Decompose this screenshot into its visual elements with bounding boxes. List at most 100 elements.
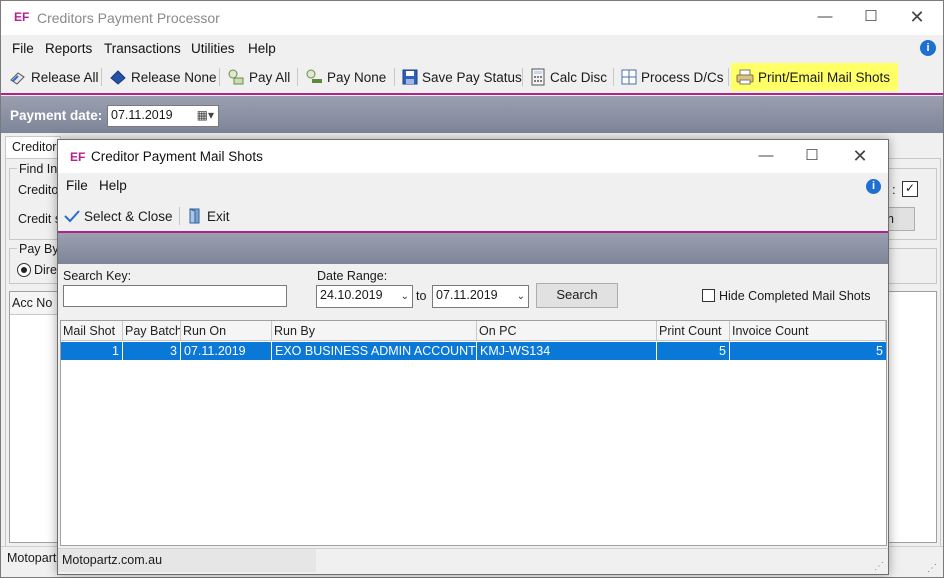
date-to-combo[interactable]: 07.11.2019 ⌄ (432, 285, 529, 308)
dialog-menu-bar: File Help i (58, 174, 888, 200)
payment-date-field[interactable]: 07.11.2019 ▦▾ (107, 105, 219, 127)
direct-radio[interactable] (17, 263, 31, 277)
payment-date-label: Payment date: (10, 108, 103, 123)
menu-utilities[interactable]: Utilities (191, 41, 235, 56)
search-key-label: Search Key: (63, 269, 132, 283)
date-from-combo[interactable]: 24.10.2019 ⌄ (316, 285, 413, 308)
select-close-label: Select & Close (84, 208, 173, 224)
print-email-mail-shots-button[interactable]: Print/Email Mail Shots (731, 63, 899, 91)
release-none-label: Release None (131, 69, 217, 85)
pay-none-icon (306, 69, 322, 83)
checkmark-icon (64, 210, 80, 223)
main-title-bar: EF Creditors Payment Processor — ☐ ✕ (1, 1, 943, 35)
column-header-mail-shot[interactable]: Mail Shot (61, 321, 123, 341)
creditor-label: Credito (18, 183, 59, 197)
minimize-icon[interactable]: — (801, 1, 849, 33)
to-label: to (416, 289, 427, 303)
cell-mail-shot[interactable]: 1 (61, 342, 123, 360)
print-email-label: Print/Email Mail Shots (758, 69, 891, 85)
hide-completed-label: Hide Completed Mail Shots (719, 289, 871, 303)
dialog-maximize-icon[interactable]: ☐ (788, 140, 836, 172)
column-header-pay-batch[interactable]: Pay Batch (123, 321, 181, 341)
toolbar-separator (101, 68, 102, 86)
calculator-icon (531, 68, 545, 86)
pay-none-button[interactable]: Pay None (305, 64, 386, 90)
select-close-button[interactable]: Select & Close (64, 203, 173, 229)
menu-reports[interactable]: Reports (45, 41, 92, 56)
pay-all-label: Pay All (249, 69, 291, 85)
save-pay-status-label: Save Pay Status (422, 69, 522, 85)
cell-invoice-count[interactable]: 5 (730, 342, 886, 360)
save-icon (402, 69, 418, 85)
dialog-menu-help[interactable]: Help (99, 178, 127, 193)
resize-grip-icon[interactable]: ⋰ (927, 563, 937, 574)
dialog-close-icon[interactable]: ✕ (836, 140, 884, 172)
search-button[interactable]: Search (536, 283, 618, 308)
cell-run-by[interactable]: EXO BUSINESS ADMIN ACCOUNT (272, 342, 477, 360)
dialog-toolbar-separator (179, 207, 180, 225)
pay-all-icon (228, 69, 244, 85)
save-pay-status-button[interactable]: Save Pay Status (402, 64, 522, 90)
partial-checkbox[interactable]: ✓ (902, 181, 918, 197)
cell-pay-batch[interactable]: 3 (123, 342, 181, 360)
cell-on-pc[interactable]: KMJ-WS134 (477, 342, 657, 360)
chevron-down-icon[interactable]: ⌄ (517, 290, 525, 304)
main-menu-bar: File Reports Transactions Utilities Help… (1, 37, 943, 61)
date-range-label: Date Range: (317, 269, 388, 283)
grid-icon (621, 69, 637, 85)
release-all-button[interactable]: Release All (9, 64, 99, 90)
dialog-menu-file[interactable]: File (66, 178, 88, 193)
dialog-ef-logo-icon: EF (70, 150, 86, 164)
release-none-icon (110, 70, 126, 85)
info-icon[interactable]: i (920, 40, 936, 56)
close-icon[interactable]: ✕ (893, 1, 941, 33)
date-to-value: 07.11.2019 (436, 288, 498, 302)
toolbar-separator (394, 68, 395, 86)
column-header-invoice-count[interactable]: Invoice Count (730, 321, 886, 341)
creditor-search-label: Credit s (18, 212, 62, 226)
dialog-status-bar: Motopartz.com.au ⋰ (58, 548, 888, 573)
dialog-minimize-icon[interactable]: — (742, 140, 790, 172)
release-all-icon (10, 72, 25, 85)
mail-shots-dialog: EF Creditor Payment Mail Shots — ☐ ✕ Fil… (57, 139, 889, 575)
release-all-label: Release All (31, 69, 99, 85)
search-key-input[interactable] (63, 285, 287, 307)
menu-transactions[interactable]: Transactions (104, 41, 181, 56)
cell-print-count[interactable]: 5 (657, 342, 730, 360)
calc-disc-label: Calc Disc (550, 69, 608, 85)
exit-label: Exit (207, 208, 230, 224)
calendar-dropdown-icon[interactable]: ▦▾ (197, 108, 214, 122)
pay-all-button[interactable]: Pay All (227, 64, 290, 90)
partial-check-label: : (892, 182, 896, 197)
maximize-icon[interactable]: ☐ (847, 1, 895, 33)
dialog-info-icon[interactable]: i (866, 179, 881, 194)
menu-help[interactable]: Help (248, 41, 276, 56)
column-header-print-count[interactable]: Print Count (657, 321, 730, 341)
column-header-run-by[interactable]: Run By (272, 321, 477, 341)
ef-logo-icon: EF (14, 10, 30, 24)
toolbar-accent-line (1, 93, 943, 95)
hide-completed-checkbox[interactable] (702, 289, 715, 302)
cell-run-on[interactable]: 07.11.2019 (181, 342, 272, 360)
chevron-down-icon[interactable]: ⌄ (401, 290, 409, 304)
toolbar-separator (522, 68, 523, 86)
dialog-resize-grip-icon[interactable]: ⋰ (874, 561, 884, 572)
dialog-status-text: Motopartz.com.au (62, 553, 163, 567)
exit-button[interactable]: Exit (187, 203, 230, 229)
dialog-title-bar: EF Creditor Payment Mail Shots — ☐ ✕ (58, 140, 888, 173)
dialog-toolbar: Select & Close Exit (58, 202, 888, 230)
menu-file[interactable]: File (12, 41, 34, 56)
release-none-button[interactable]: Release None (109, 64, 217, 90)
toolbar-separator (613, 68, 614, 86)
tab-creditor-label: Creditor (12, 140, 57, 154)
payment-date-bar: Payment date: 07.11.2019 ▦▾ (1, 96, 943, 133)
process-dcs-button[interactable]: Process D/Cs (621, 64, 724, 90)
column-header-on-pc[interactable]: On PC (477, 321, 657, 341)
tab-creditor[interactable]: Creditor (5, 136, 61, 159)
calc-disc-button[interactable]: Calc Disc (530, 64, 607, 90)
payment-date-value: 07.11.2019 (111, 108, 173, 122)
column-header-run-on[interactable]: Run On (181, 321, 272, 341)
acc-no-header[interactable]: Acc No (10, 292, 59, 315)
search-button-label: Search (556, 287, 598, 302)
dialog-title: Creditor Payment Mail Shots (91, 149, 263, 164)
